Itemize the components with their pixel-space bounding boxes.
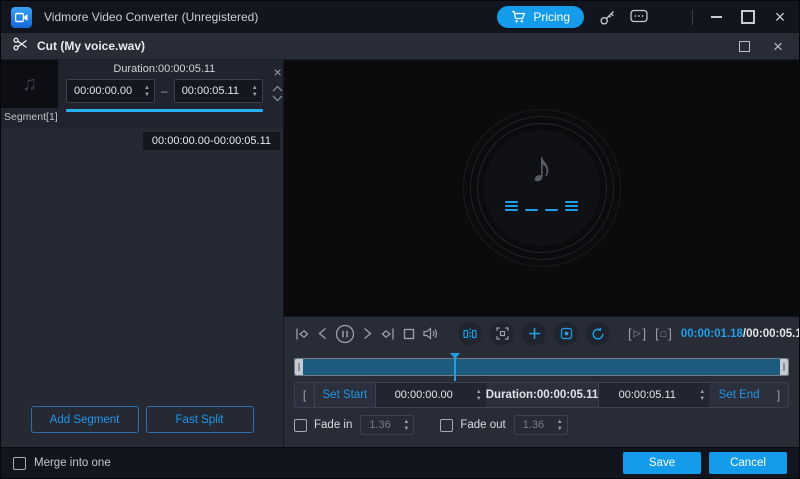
merge-into-one-checkbox[interactable]	[13, 457, 26, 470]
spin-up-icon[interactable]	[557, 419, 563, 425]
fade-out-checkbox[interactable]	[440, 419, 453, 432]
fade-in-checkbox[interactable]	[294, 419, 307, 432]
snapshot-button[interactable]	[490, 322, 514, 346]
segment-move-down-icon[interactable]	[272, 95, 283, 102]
playhead[interactable]	[450, 353, 460, 383]
trim-start-handle[interactable]	[295, 359, 303, 375]
spin-down-icon[interactable]	[252, 92, 258, 98]
segment-label: Segment[1]	[1, 108, 58, 123]
segment-thumbnail[interactable]	[1, 60, 58, 108]
spin-up-icon[interactable]	[476, 389, 482, 395]
cut-dialog-header: Cut (My voice.wav)	[1, 33, 799, 60]
trim-bar: [ Set Start 00:00:00.00 Duration:00:00:0…	[294, 382, 789, 408]
app-window: Vidmore Video Converter (Unregistered) P…	[0, 0, 800, 479]
playback-controls-panel: [▷] [□] 00:00:01.18/00:00:05.11	[284, 316, 799, 447]
maximize-button[interactable]	[739, 8, 757, 26]
copy-segment-button[interactable]	[554, 322, 578, 346]
cancel-button[interactable]: Cancel	[709, 452, 787, 474]
current-time: 00:00:01.18	[681, 328, 743, 340]
set-end-button[interactable]: Set End	[709, 383, 769, 407]
spin-down-icon[interactable]	[403, 426, 409, 432]
app-logo-icon	[11, 7, 32, 28]
volume-icon[interactable]	[422, 324, 439, 344]
trim-end-value: 00:00:05.11	[599, 389, 695, 401]
fast-split-button[interactable]: Fast Split	[146, 406, 254, 433]
spin-down-icon[interactable]	[144, 92, 150, 98]
feedback-icon[interactable]	[630, 8, 648, 26]
segment-range-tooltip: 00:00:00.00-00:00:05.11	[143, 132, 280, 150]
segment-duration-label: Duration:00:00:05.11	[66, 63, 263, 75]
trim-start-input[interactable]: 00:00:00.00	[376, 383, 486, 407]
fade-in-input[interactable]: 1.36	[360, 415, 414, 435]
fade-out-label: Fade out	[460, 419, 505, 431]
segment-end-input[interactable]: 00:00:05.11	[174, 79, 263, 103]
audio-preview-area	[284, 60, 799, 316]
reset-button[interactable]	[586, 322, 610, 346]
fade-in-value: 1.36	[361, 419, 399, 431]
titlebar: Vidmore Video Converter (Unregistered) P…	[1, 1, 799, 33]
preview-frame-button[interactable]: [□]	[655, 326, 672, 341]
split-segment-button[interactable]	[458, 322, 482, 346]
dialog-close-button[interactable]	[769, 37, 787, 55]
scissors-icon	[13, 37, 28, 56]
next-frame-icon[interactable]	[362, 324, 373, 344]
close-bracket: ]	[769, 383, 788, 407]
go-to-end-icon[interactable]	[380, 324, 396, 344]
segment-end-value: 00:00:05.11	[175, 85, 248, 97]
segment-move-up-icon[interactable]	[272, 85, 283, 92]
segment-range-bar[interactable]	[66, 109, 263, 112]
close-button[interactable]	[771, 8, 789, 26]
add-segment-icon-button[interactable]	[522, 322, 546, 346]
set-start-button[interactable]: Set Start	[314, 383, 376, 407]
add-segment-button[interactable]: Add Segment	[31, 406, 139, 433]
play-segment-button[interactable]: [▷]	[628, 326, 646, 341]
trim-end-input[interactable]: 00:00:05.11	[599, 383, 709, 407]
spin-down-icon[interactable]	[557, 426, 563, 432]
fade-out-value: 1.36	[515, 419, 553, 431]
merge-into-one-label: Merge into one	[34, 457, 111, 469]
trim-duration-label: Duration:00:00:05.11	[486, 383, 600, 407]
preview-outer-ring	[463, 109, 621, 267]
cart-icon	[511, 10, 526, 25]
cut-dialog-title: Cut (My voice.wav)	[37, 39, 145, 53]
spin-up-icon[interactable]	[403, 419, 409, 425]
segment-item[interactable]: Segment[1] Duration:00:00:05.11 00:00:00…	[1, 60, 283, 128]
pricing-button[interactable]: Pricing	[497, 6, 584, 28]
music-note-icon	[531, 146, 553, 190]
trim-start-value: 00:00:00.00	[376, 389, 472, 401]
segment-delete-icon[interactable]	[274, 64, 282, 82]
go-to-start-icon[interactable]	[294, 324, 310, 344]
menu-icon[interactable]	[662, 8, 678, 26]
dialog-maximize-button[interactable]	[735, 37, 753, 55]
fade-out-input[interactable]: 1.36	[514, 415, 568, 435]
range-separator: –	[161, 84, 168, 98]
window-title: Vidmore Video Converter (Unregistered)	[44, 10, 258, 24]
titlebar-separator	[692, 10, 693, 25]
spin-down-icon[interactable]	[699, 396, 705, 402]
pause-icon[interactable]	[335, 324, 355, 344]
footer-bar: Merge into one Save Cancel	[1, 447, 799, 478]
register-key-icon[interactable]	[598, 8, 616, 26]
previous-frame-icon[interactable]	[317, 324, 328, 344]
segment-list-panel: Segment[1] Duration:00:00:05.11 00:00:00…	[1, 60, 284, 447]
spin-down-icon[interactable]	[476, 396, 482, 402]
save-button[interactable]: Save	[623, 452, 701, 474]
pricing-label: Pricing	[533, 10, 570, 24]
trim-end-handle[interactable]	[780, 359, 788, 375]
spin-up-icon[interactable]	[699, 389, 705, 395]
fade-in-label: Fade in	[314, 419, 352, 431]
total-time: /00:00:05.11	[743, 328, 800, 340]
spin-up-icon[interactable]	[252, 85, 258, 91]
stop-icon[interactable]	[403, 324, 415, 344]
spin-up-icon[interactable]	[144, 85, 150, 91]
music-note-icon	[22, 73, 37, 96]
segment-start-input[interactable]: 00:00:00.00	[66, 79, 155, 103]
trim-slider[interactable]	[294, 358, 789, 376]
minimize-button[interactable]	[707, 8, 725, 26]
playback-time: 00:00:01.18/00:00:05.11	[681, 328, 800, 340]
equalizer-icon	[505, 199, 578, 211]
segment-start-value: 00:00:00.00	[67, 85, 140, 97]
audio-disc	[484, 130, 600, 246]
open-bracket: [	[295, 383, 314, 407]
